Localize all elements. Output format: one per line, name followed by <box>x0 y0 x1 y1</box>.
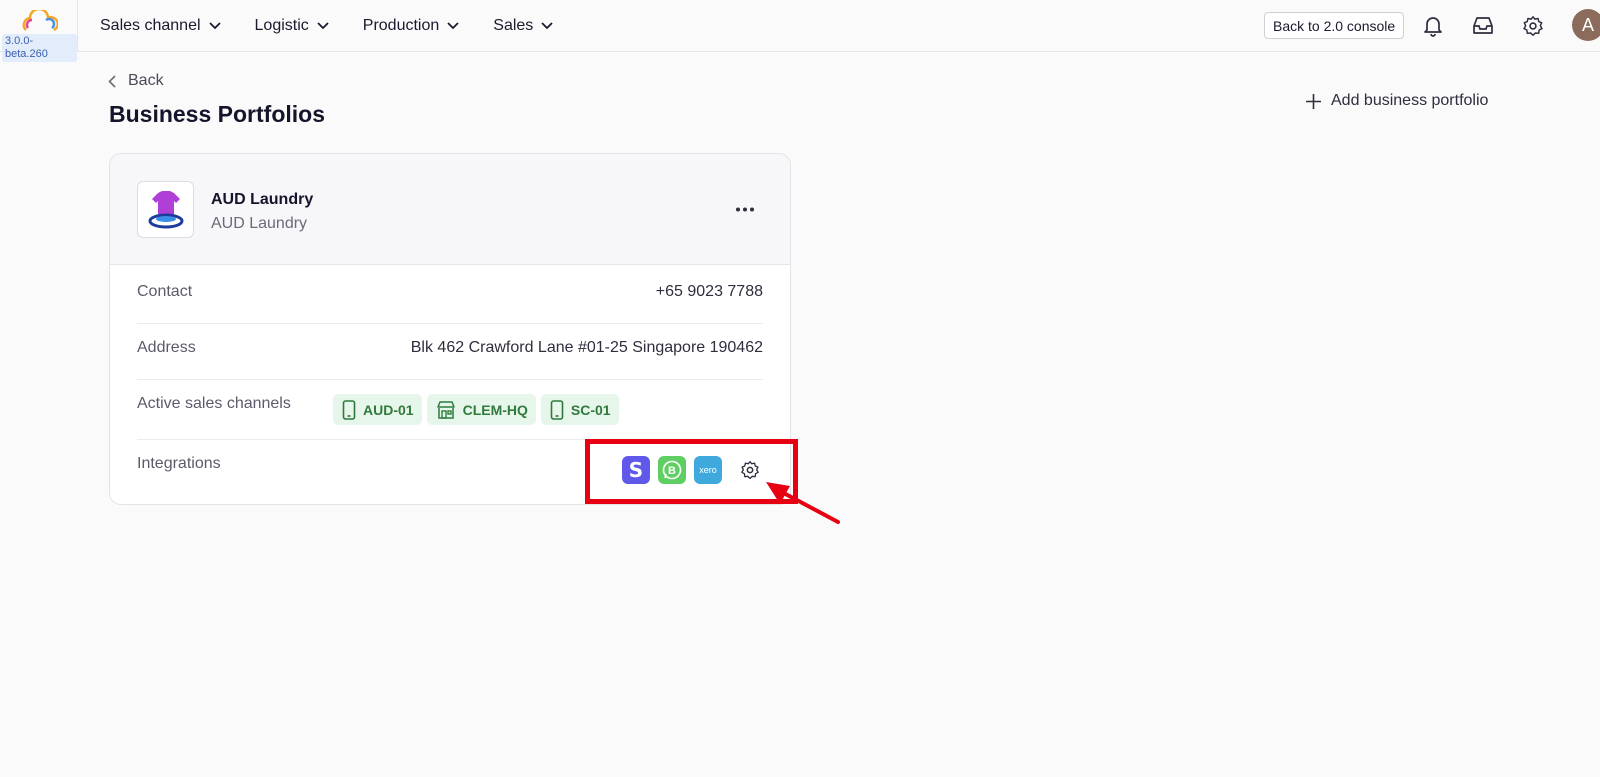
back-to-console-button[interactable]: Back to 2.0 console <box>1264 12 1405 39</box>
address-row: Address Blk 462 Crawford Lane #01-25 Sin… <box>137 334 763 362</box>
cloud-logo-icon <box>22 10 58 32</box>
address-label: Address <box>137 339 196 356</box>
divider <box>137 379 763 380</box>
avatar[interactable]: A <box>1572 9 1600 41</box>
back-label: Back <box>128 72 164 89</box>
divider <box>137 323 763 324</box>
laundry-logo-icon <box>148 190 183 228</box>
portfolio-card-header: AUD Laundry AUD Laundry <box>110 154 790 265</box>
mobile-icon <box>342 399 356 420</box>
contact-value: +65 9023 7788 <box>655 283 763 300</box>
nav-label: Sales channel <box>100 17 201 34</box>
address-value: Blk 462 Crawford Lane #01-25 Singapore 1… <box>410 339 763 356</box>
version-badge: 3.0.0-beta.260 <box>2 34 77 62</box>
annotation-arrow-icon <box>766 482 840 524</box>
gear-icon[interactable] <box>1520 13 1546 39</box>
chevron-left-icon <box>108 74 116 88</box>
add-business-portfolio-button[interactable]: Add business portfolio <box>1305 92 1488 110</box>
nav-sales-channel[interactable]: Sales channel <box>100 17 221 35</box>
top-bar: 3.0.0-beta.260 Sales channel Logistic Pr… <box>0 0 1600 62</box>
nav-logistic[interactable]: Logistic <box>255 17 329 35</box>
nav-production[interactable]: Production <box>363 17 460 35</box>
nav-label: Logistic <box>254 17 309 34</box>
chevron-down-icon <box>447 22 459 30</box>
store-icon <box>436 400 455 419</box>
channel-chip-clem-hq[interactable]: CLEM-HQ <box>426 394 536 425</box>
back-link[interactable]: Back <box>108 72 164 90</box>
nav-label: Production <box>362 17 440 34</box>
contact-label: Contact <box>137 283 193 300</box>
business-subtitle: AUD Laundry <box>211 215 308 232</box>
chevron-down-icon <box>317 22 329 30</box>
bell-icon[interactable] <box>1420 13 1446 39</box>
plus-icon <box>1306 93 1321 109</box>
channel-chip-label: SC-01 <box>570 401 611 418</box>
business-name: AUD Laundry <box>211 191 314 208</box>
nav-label: Sales <box>493 17 534 34</box>
chevron-down-icon <box>541 22 553 30</box>
page-title: Business Portfolios <box>109 101 325 127</box>
channel-chip-aud-01[interactable]: AUD-01 <box>333 394 422 425</box>
add-portfolio-label: Add business portfolio <box>1331 92 1489 109</box>
main-nav: Sales channel Logistic Production Sales <box>100 0 587 52</box>
channel-chip-label: AUD-01 <box>363 401 414 418</box>
more-options-icon[interactable] <box>730 198 760 220</box>
channel-chip-sc-01[interactable]: SC-01 <box>540 394 619 425</box>
inbox-icon[interactable] <box>1470 13 1496 39</box>
contact-row: Contact +65 9023 7788 <box>137 278 763 306</box>
sales-channel-chips: AUD-01 CLEM-HQ SC-01 <box>333 394 624 425</box>
channel-chip-label: CLEM-HQ <box>462 401 528 418</box>
business-logo <box>137 181 194 238</box>
nav-sales[interactable]: Sales <box>493 17 553 35</box>
mobile-icon <box>550 399 564 420</box>
integrations-label: Integrations <box>137 455 221 472</box>
active-sales-channels-label: Active sales channels <box>137 395 291 412</box>
chevron-down-icon <box>208 22 221 30</box>
app-logo[interactable]: 3.0.0-beta.260 <box>0 0 78 62</box>
